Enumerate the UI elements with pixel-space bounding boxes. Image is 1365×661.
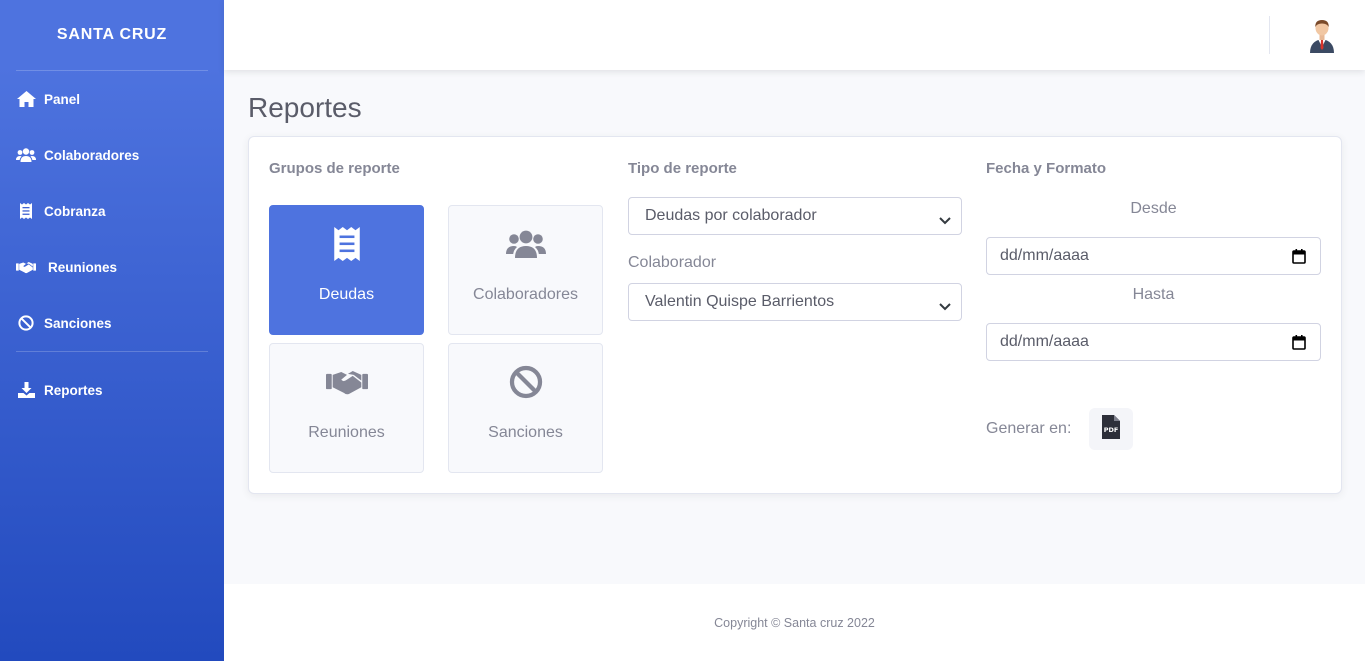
group-button-colaboradores[interactable]: Colaboradores (448, 205, 603, 335)
calendar-icon[interactable] (1292, 335, 1306, 355)
sidebar-item-label: Cobranza (44, 203, 106, 219)
fecha-heading: Fecha y Formato (986, 160, 1107, 177)
sidebar-item-label: Panel (44, 91, 81, 107)
brand-title[interactable]: SANTA CRUZ (0, 0, 224, 70)
copyright-text: Copyright © Santa cruz 2022 (714, 615, 875, 630)
sidebar-item-sanciones[interactable]: Sanciones (0, 295, 224, 351)
report-type-select[interactable]: Deudas por colaborador (628, 197, 962, 235)
footer: Copyright © Santa cruz 2022 (224, 584, 1365, 661)
sidebar-item-reportes[interactable]: Reportes (0, 360, 224, 420)
group-label: Sanciones (488, 424, 563, 441)
ban-icon (509, 364, 543, 400)
ban-icon (16, 313, 36, 333)
page-title: Reportes (248, 92, 362, 123)
sidebar-item-reuniones[interactable]: Reuniones (0, 239, 224, 295)
hasta-label: Hasta (1132, 286, 1175, 303)
sidebar-item-colaboradores[interactable]: Colaboradores (0, 127, 224, 183)
desde-date-input[interactable]: dd/mm/aaaa (986, 237, 1321, 275)
group-label: Deudas (318, 286, 375, 303)
handshake-icon (325, 364, 368, 400)
group-label: Colaboradores (473, 286, 578, 303)
sidebar-divider (16, 351, 208, 352)
receipt-icon (16, 201, 36, 221)
sidebar-item-label: Colaboradores (44, 147, 140, 163)
sidebar-item-label: Sanciones (44, 315, 112, 331)
calendar-icon[interactable] (1292, 249, 1306, 269)
users-icon (505, 226, 546, 262)
chevron-down-icon (939, 298, 951, 316)
users-icon (16, 145, 36, 165)
svg-text:PDF: PDF (1104, 426, 1119, 434)
group-label: Reuniones (308, 424, 385, 441)
tipo-heading: Tipo de reporte (628, 160, 737, 177)
user-avatar-icon[interactable] (1306, 17, 1338, 53)
download-icon (16, 380, 36, 400)
group-button-sanciones[interactable]: Sanciones (448, 343, 603, 473)
group-button-reuniones[interactable]: Reuniones (269, 343, 424, 473)
sidebar-item-label: Reportes (44, 382, 103, 398)
desde-placeholder: dd/mm/aaaa (1000, 247, 1089, 264)
receipt-icon (333, 226, 360, 262)
sidebar-item-label: Reuniones (48, 259, 118, 275)
desde-label: Desde (1130, 200, 1177, 217)
chevron-down-icon (939, 212, 951, 230)
hasta-date-input[interactable]: dd/mm/aaaa (986, 323, 1321, 361)
colaborador-select[interactable]: Valentin Quispe Barrientos (628, 283, 962, 321)
sidebar-item-cobranza[interactable]: Cobranza (0, 183, 224, 239)
handshake-icon (16, 257, 36, 277)
groups-heading: Grupos de reporte (269, 160, 400, 177)
generate-pdf-button[interactable]: PDF (1089, 408, 1133, 450)
colaborador-label: Colaborador (628, 254, 717, 271)
colaborador-value: Valentin Quispe Barrientos (645, 293, 835, 310)
group-button-deudas[interactable]: Deudas (269, 205, 424, 335)
home-icon (16, 89, 36, 109)
generar-label: Generar en: (986, 420, 1072, 437)
report-type-value: Deudas por colaborador (645, 207, 817, 224)
sidebar: SANTA CRUZ Panel Colaboradores Cobranza … (0, 0, 224, 661)
pdf-file-icon: PDF (1102, 414, 1120, 444)
hasta-placeholder: dd/mm/aaaa (1000, 333, 1089, 350)
sidebar-item-panel[interactable]: Panel (0, 71, 224, 127)
topbar-divider (1269, 16, 1270, 54)
topbar (224, 0, 1365, 70)
